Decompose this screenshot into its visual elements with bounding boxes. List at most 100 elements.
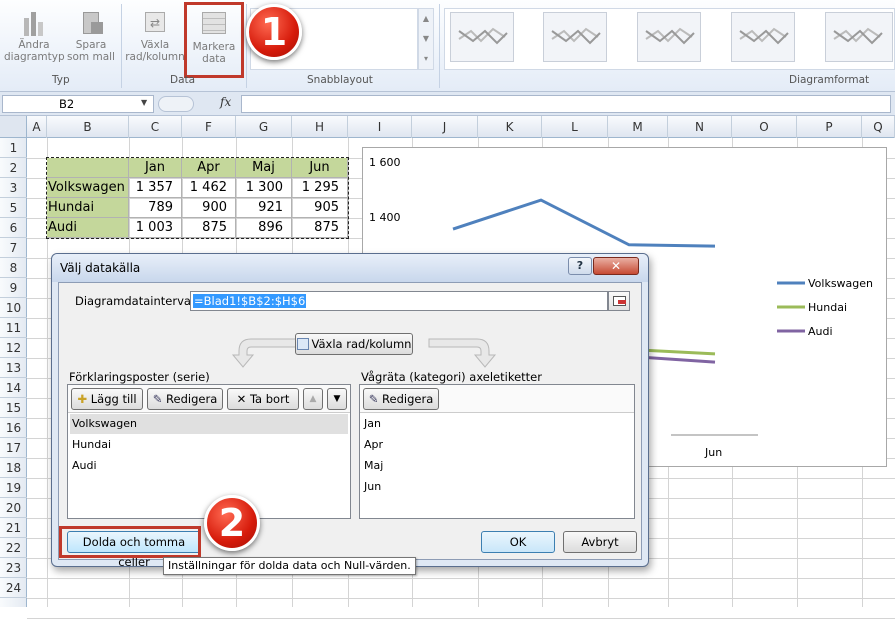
name-box-dropdown-icon[interactable]: ▼: [141, 98, 147, 107]
axis-list-item[interactable]: Maj: [362, 456, 632, 476]
row-header[interactable]: 23: [0, 558, 27, 578]
table-header-cell[interactable]: Apr: [182, 158, 236, 178]
table-value-cell[interactable]: 875: [292, 218, 348, 238]
table-value-cell[interactable]: 896: [236, 218, 292, 238]
change-chart-type-button[interactable]: Ändra diagramtyp: [4, 8, 65, 63]
row-header[interactable]: 17: [0, 438, 27, 458]
column-header[interactable]: L: [542, 116, 608, 138]
axis-list-item[interactable]: Apr: [362, 435, 632, 455]
quick-layout-scroll[interactable]: ▲ ▼ ▾: [418, 8, 434, 70]
save-template-button[interactable]: Spara som mall: [64, 8, 118, 63]
switch-row-column-dialog-button[interactable]: Växla rad/kolumn: [295, 333, 413, 355]
row-header[interactable]: 13: [0, 358, 27, 378]
row-header[interactable]: 3: [0, 178, 27, 198]
row-header[interactable]: 6: [0, 218, 27, 238]
column-header[interactable]: H: [292, 116, 348, 138]
series-list-item[interactable]: Volkswagen: [70, 414, 348, 434]
remove-series-button[interactable]: ✕ Ta bort: [227, 388, 299, 410]
switch-row-column-button[interactable]: ⇄ Växla rad/kolumn: [124, 8, 186, 63]
chart-style-3[interactable]: [637, 12, 701, 62]
column-header[interactable]: C: [129, 116, 182, 138]
collapse-range-icon[interactable]: [608, 291, 630, 311]
move-down-button[interactable]: ▼: [327, 388, 347, 410]
column-header[interactable]: J: [412, 116, 478, 138]
remove-series-label: Ta bort: [249, 392, 290, 406]
table-row-label[interactable]: Volkswagen: [47, 178, 129, 198]
table-value-cell[interactable]: 789: [129, 198, 182, 218]
row-header[interactable]: 1: [0, 138, 27, 158]
grid-hline: [27, 578, 895, 579]
row-header[interactable]: 7: [0, 238, 27, 258]
row-header[interactable]: 12: [0, 338, 27, 358]
insert-function-icon[interactable]: fx: [220, 95, 231, 109]
column-header[interactable]: N: [668, 116, 732, 138]
series-list-item[interactable]: Audi: [70, 456, 348, 476]
chart-style-1[interactable]: [450, 12, 514, 62]
table-value-cell[interactable]: 1 300: [236, 178, 292, 198]
legend-entry: Hundai: [808, 301, 847, 314]
chart-style-4[interactable]: [731, 12, 795, 62]
table-corner-cell[interactable]: [47, 158, 129, 178]
row-header[interactable]: 18: [0, 458, 27, 478]
row-header[interactable]: 15: [0, 398, 27, 418]
axis-list-item[interactable]: Jan: [362, 414, 632, 434]
column-header[interactable]: O: [732, 116, 797, 138]
table-value-cell[interactable]: 900: [182, 198, 236, 218]
table-header-cell[interactable]: Jun: [292, 158, 348, 178]
edit-series-button[interactable]: ✎ Redigera: [147, 388, 223, 410]
column-header[interactable]: K: [478, 116, 542, 138]
row-header[interactable]: 21: [0, 518, 27, 538]
close-icon[interactable]: ✕: [593, 257, 639, 275]
chart-style-2[interactable]: [543, 12, 607, 62]
column-header[interactable]: I: [348, 116, 412, 138]
row-header[interactable]: 8: [0, 258, 27, 278]
column-header[interactable]: P: [797, 116, 862, 138]
tooltip: Inställningar för dolda data och Null-vä…: [163, 557, 416, 575]
table-value-cell[interactable]: 875: [182, 218, 236, 238]
add-series-button[interactable]: ✚ Lägg till: [71, 388, 143, 410]
row-header[interactable]: 14: [0, 378, 27, 398]
series-list-item[interactable]: Hundai: [70, 435, 348, 455]
row-header[interactable]: 5: [0, 198, 27, 218]
select-data-button[interactable]: Markera data: [184, 2, 244, 78]
row-header[interactable]: 9: [0, 278, 27, 298]
table-row-label[interactable]: Audi: [47, 218, 129, 238]
table-value-cell[interactable]: 1 462: [182, 178, 236, 198]
formula-input[interactable]: [241, 95, 891, 113]
table-row-label[interactable]: Hundai: [47, 198, 129, 218]
column-header[interactable]: M: [608, 116, 668, 138]
cancel-button[interactable]: Avbryt: [563, 531, 637, 553]
help-button[interactable]: ?: [568, 257, 592, 275]
axis-list-item[interactable]: Jun: [362, 477, 632, 497]
row-header[interactable]: 10: [0, 298, 27, 318]
table-value-cell[interactable]: 905: [292, 198, 348, 218]
select-all-corner[interactable]: [0, 116, 27, 138]
column-header[interactable]: B: [47, 116, 129, 138]
table-value-cell[interactable]: 1 357: [129, 178, 182, 198]
row-header[interactable]: 24: [0, 578, 27, 598]
edit-axis-labels-button[interactable]: ✎ Redigera: [363, 388, 439, 410]
row-header[interactable]: 22: [0, 538, 27, 558]
row-header[interactable]: 2: [0, 158, 27, 178]
column-header[interactable]: F: [182, 116, 236, 138]
row-header[interactable]: 16: [0, 418, 27, 438]
name-box[interactable]: B2: [2, 95, 154, 113]
table-value-cell[interactable]: 1 003: [129, 218, 182, 238]
table-value-cell[interactable]: 1 295: [292, 178, 348, 198]
series-panel: ✚ Lägg till ✎ Redigera ✕ Ta bort ▲ ▼ Vol…: [67, 384, 351, 519]
formula-splitter[interactable]: [158, 96, 194, 112]
row-header[interactable]: 20: [0, 498, 27, 518]
table-header-cell[interactable]: Jan: [129, 158, 182, 178]
table-value-cell[interactable]: 921: [236, 198, 292, 218]
column-header[interactable]: G: [236, 116, 292, 138]
dialog-title: Välj datakälla: [52, 254, 648, 282]
row-header[interactable]: 19: [0, 478, 27, 498]
table-header-cell[interactable]: Maj: [236, 158, 292, 178]
ok-button[interactable]: OK: [481, 531, 555, 553]
row-header[interactable]: 11: [0, 318, 27, 338]
chart-style-5[interactable]: [825, 12, 893, 62]
column-header[interactable]: A: [27, 116, 47, 138]
column-header[interactable]: Q: [862, 116, 895, 138]
range-input[interactable]: =Blad1!$B$2:$H$6: [190, 291, 608, 311]
move-up-button[interactable]: ▲: [303, 388, 323, 410]
